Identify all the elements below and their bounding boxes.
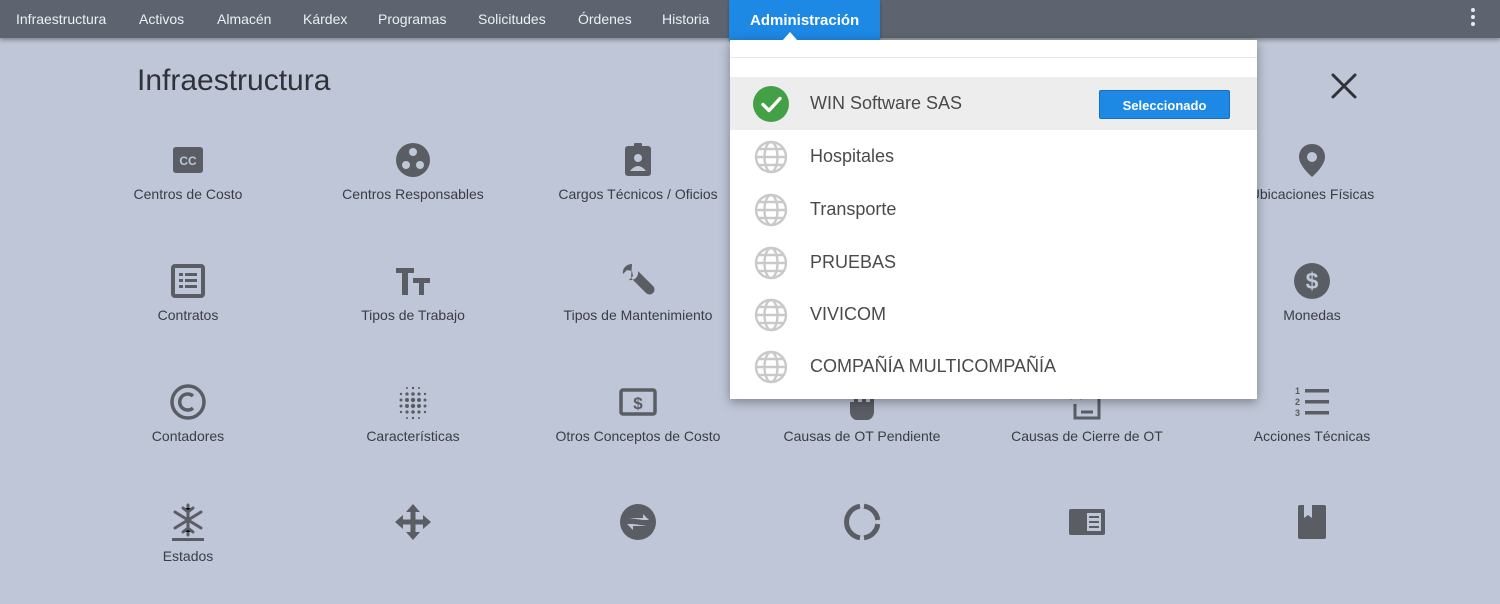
nav-item-historia[interactable]: Historia <box>662 0 709 38</box>
tile-label: Otros Conceptos de Costo <box>555 428 721 444</box>
nav-item-programas[interactable]: Programas <box>378 0 446 38</box>
company-item-win-software[interactable]: WIN Software SAS Seleccionado <box>730 77 1257 130</box>
tile-label: Acciones Técnicas <box>1253 428 1371 444</box>
svg-text:$: $ <box>633 394 643 413</box>
tile-label: Contratos <box>157 307 219 323</box>
money-icon: $ <box>619 388 657 416</box>
cc-icon: CC <box>173 147 203 173</box>
nav-item-infraestructura[interactable]: Infraestructura <box>16 0 106 38</box>
group-work-icon <box>396 143 430 177</box>
company-item-transporte[interactable]: Transporte <box>730 183 1257 236</box>
nav-item-ordenes[interactable]: Órdenes <box>578 0 632 38</box>
list-document-icon <box>171 264 205 298</box>
tile-caracteristicas[interactable]: Características <box>313 382 513 444</box>
company-item-hospitales[interactable]: Hospitales <box>730 130 1257 183</box>
company-name: Hospitales <box>810 146 895 166</box>
top-navigation-bar: Infraestructura Activos Almacén Kárdex P… <box>0 0 1500 41</box>
tile-contratos[interactable]: Contratos <box>88 261 288 323</box>
check-circle-icon <box>753 86 789 122</box>
company-dropdown: WIN Software SAS Seleccionado Hospitales… <box>730 32 1257 399</box>
tile-estados[interactable]: Estados <box>88 502 288 564</box>
company-item-pruebas[interactable]: PRUEBAS <box>730 236 1257 289</box>
company-item-vivicom[interactable]: VIVICOM <box>730 288 1257 341</box>
company-name: WIN Software SAS <box>810 93 963 113</box>
globe-icon <box>754 140 788 174</box>
svg-text:CC: CC <box>179 154 197 168</box>
svg-text:2: 2 <box>1295 397 1300 407</box>
tile-centros-de-costo[interactable]: CC Centros de Costo <box>88 140 288 202</box>
tile-label: Causas de OT Pendiente <box>783 428 941 444</box>
ring-icon <box>844 503 881 541</box>
svg-text:$: $ <box>1306 268 1319 294</box>
location-pin-icon <box>1299 144 1325 177</box>
company-name: Transporte <box>810 199 897 219</box>
nav-item-kardex[interactable]: Kárdex <box>303 0 347 38</box>
tile-label: Tipos de Mantenimiento <box>563 307 713 323</box>
tile-label: Cargos Técnicos / Oficios <box>558 186 718 202</box>
tile-label: Tipos de Trabajo <box>361 307 465 323</box>
nav-item-almacen[interactable]: Almacén <box>217 0 271 38</box>
move-arrows-icon <box>395 504 431 540</box>
company-name: VIVICOM <box>810 304 887 324</box>
tile-contadores[interactable]: Contadores <box>88 382 288 444</box>
tile-tipos-de-mantenimiento[interactable]: Tipos de Mantenimiento <box>538 261 738 323</box>
dropdown-header-strip <box>730 40 1257 58</box>
tile-move[interactable] <box>313 502 513 542</box>
snowflake-icon <box>172 503 204 541</box>
tile-swap[interactable] <box>538 502 738 542</box>
tile-label: Centros Responsables <box>342 186 484 202</box>
globe-icon <box>754 350 788 384</box>
numbered-list-icon: 1 2 3 <box>1295 386 1329 418</box>
page-title: Infraestructura <box>137 64 331 97</box>
selected-badge[interactable]: Seleccionado <box>1099 90 1230 119</box>
swap-circle-icon <box>620 504 656 540</box>
more-vert-icon[interactable] <box>1470 8 1476 28</box>
tile-otros-conceptos-de-costo[interactable]: $ Otros Conceptos de Costo <box>538 382 738 444</box>
tile-label: Características <box>366 428 460 444</box>
tile-label: Contadores <box>151 428 225 444</box>
tile-reader[interactable] <box>987 502 1187 542</box>
nav-item-solicitudes[interactable]: Solicitudes <box>478 0 546 38</box>
copyright-icon <box>170 384 206 420</box>
company-name: PRUEBAS <box>810 252 897 272</box>
badge-icon <box>625 143 651 176</box>
tile-label: Estados <box>162 548 214 564</box>
tile-centros-responsables[interactable]: Centros Responsables <box>313 140 513 202</box>
tile-label: Causas de Cierre de OT <box>1011 428 1163 444</box>
reader-icon <box>1069 509 1105 535</box>
blur-dots-icon <box>399 386 427 420</box>
tile-ring[interactable] <box>762 502 962 542</box>
nav-item-activos[interactable]: Activos <box>139 0 184 38</box>
text-size-icon <box>396 268 430 295</box>
svg-text:1: 1 <box>1295 386 1300 396</box>
globe-icon <box>754 246 788 280</box>
bookmark-book-icon <box>1298 505 1326 539</box>
tile-tipos-de-trabajo[interactable]: Tipos de Trabajo <box>313 261 513 323</box>
company-name: COMPAÑÍA MULTICOMPAÑÍA <box>810 356 1057 376</box>
tile-label: Centros de Costo <box>133 186 243 202</box>
wrench-icon <box>622 264 655 295</box>
globe-icon <box>754 193 788 227</box>
globe-icon <box>754 298 788 332</box>
tile-cargos-tecnicos[interactable]: Cargos Técnicos / Oficios <box>538 140 738 202</box>
tile-book[interactable] <box>1212 502 1412 542</box>
company-item-multicompania[interactable]: COMPAÑÍA MULTICOMPAÑÍA <box>730 340 1257 393</box>
svg-text:3: 3 <box>1295 408 1300 418</box>
close-icon[interactable] <box>1326 68 1362 104</box>
dollar-circle-icon: $ <box>1294 263 1330 299</box>
